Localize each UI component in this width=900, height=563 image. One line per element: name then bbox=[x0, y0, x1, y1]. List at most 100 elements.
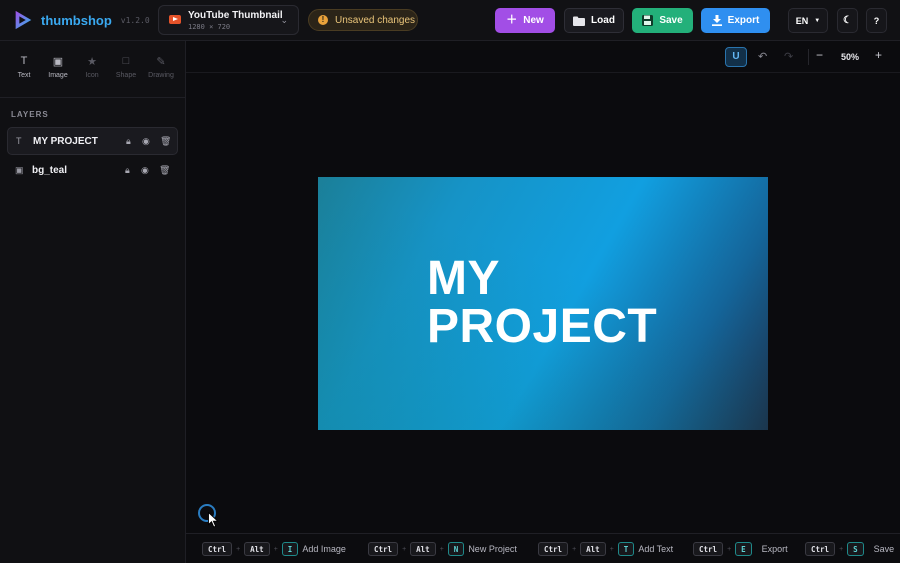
shortcut-label: New Project bbox=[468, 544, 517, 554]
key-s: S bbox=[847, 542, 864, 556]
tool-drawing[interactable]: ✎ Drawing bbox=[144, 55, 178, 79]
shortcut-label: Save bbox=[873, 544, 895, 554]
template-selector[interactable]: YouTube Thumbnail 1280 × 720 ⌄ bbox=[158, 5, 299, 35]
key-e: E bbox=[735, 542, 752, 556]
tool-label: Shape bbox=[115, 72, 137, 79]
tool-icon[interactable]: ★ Icon bbox=[75, 55, 109, 79]
help-button[interactable]: ? bbox=[866, 8, 887, 33]
redo-icon[interactable]: ↷ bbox=[784, 50, 793, 63]
left-panel: T Text ▣ Image ★ Icon □ Shape ✎ Drawing … bbox=[0, 41, 186, 563]
lock-icon[interactable]: 🔒︎ bbox=[125, 165, 130, 176]
folder-icon bbox=[573, 16, 586, 26]
caret-down-icon: ▼ bbox=[814, 17, 821, 24]
shortcut-export: Ctrl + E Export bbox=[693, 542, 788, 556]
text-layer-icon: T bbox=[16, 136, 22, 146]
key-ctrl: Ctrl bbox=[368, 542, 399, 556]
export-button[interactable]: Export bbox=[701, 8, 770, 33]
magnet-icon: U bbox=[732, 51, 740, 62]
key-alt: Alt bbox=[410, 542, 436, 556]
shortcut-label: Add Text bbox=[638, 544, 674, 554]
plus-separator: + bbox=[572, 545, 577, 553]
tool-label: Icon bbox=[85, 72, 99, 79]
zoom-in-button[interactable]: + bbox=[875, 48, 882, 62]
layer-name: MY PROJECT bbox=[33, 136, 98, 147]
new-label: New bbox=[523, 15, 544, 26]
language-selector[interactable]: EN ▼ bbox=[788, 8, 828, 33]
youtube-icon bbox=[169, 15, 181, 24]
eye-icon[interactable]: ◉ bbox=[142, 136, 150, 147]
shortcut-label: Export bbox=[761, 544, 788, 554]
tool-palette: T Text ▣ Image ★ Icon □ Shape ✎ Drawing bbox=[0, 41, 186, 98]
brand-name: thumbshop bbox=[41, 12, 112, 28]
language-label: EN bbox=[795, 15, 809, 26]
brush-icon: ✎ bbox=[156, 56, 166, 68]
version-label: v1.2.0 bbox=[120, 15, 150, 25]
key-t: T bbox=[617, 542, 635, 556]
plus-separator: + bbox=[439, 545, 444, 553]
key-ctrl: Ctrl bbox=[805, 542, 836, 556]
layer-item-bg-teal[interactable]: ▣ bg_teal 🔒︎ ◉ 🗑︎ bbox=[7, 157, 178, 185]
shortcut-add-text: Ctrl + Alt + T Add Text bbox=[538, 542, 673, 556]
key-alt: Alt bbox=[244, 542, 270, 556]
unsaved-changes-badge: ! Unsaved changes bbox=[308, 9, 418, 31]
top-bar: thumbshop v1.2.0 YouTube Thumbnail 1280 … bbox=[0, 0, 900, 41]
load-label: Load bbox=[591, 15, 615, 26]
chevron-down-icon: ⌄ bbox=[280, 15, 288, 25]
key-alt: Alt bbox=[580, 542, 606, 556]
trash-icon[interactable]: 🗑︎ bbox=[160, 136, 171, 147]
text-icon: T bbox=[20, 55, 28, 67]
template-size: 1280 × 720 bbox=[188, 23, 231, 31]
key-ctrl: Ctrl bbox=[538, 542, 569, 556]
mouse-cursor-icon bbox=[208, 512, 219, 528]
tool-image[interactable]: ▣ Image bbox=[41, 55, 75, 79]
tool-shape[interactable]: □ Shape bbox=[109, 55, 143, 79]
zoom-level: 50% bbox=[841, 52, 860, 62]
tool-label: Image bbox=[48, 72, 68, 79]
new-button[interactable]: ＋ New bbox=[495, 8, 555, 33]
tool-text[interactable]: T Text bbox=[7, 55, 41, 79]
tool-label: Drawing bbox=[148, 72, 174, 79]
key-n: N bbox=[447, 542, 465, 556]
trash-icon[interactable]: 🗑︎ bbox=[159, 165, 170, 176]
shortcuts-bar: Ctrl + Alt + I Add Image Ctrl + Alt + N New … bbox=[186, 533, 900, 563]
lock-icon[interactable]: 🔒︎ bbox=[126, 136, 131, 147]
eye-icon[interactable]: ◉ bbox=[141, 165, 149, 176]
headline-text[interactable]: MY PROJECT bbox=[427, 255, 657, 351]
moon-icon: ☾ bbox=[843, 15, 852, 26]
logo-icon bbox=[15, 10, 32, 30]
thumbnail-canvas[interactable]: MY PROJECT bbox=[318, 177, 768, 430]
export-label: Export bbox=[727, 15, 760, 26]
template-title: YouTube Thumbnail bbox=[188, 10, 283, 21]
image-layer-icon: ▣ bbox=[15, 165, 24, 175]
save-label: Save bbox=[659, 15, 683, 26]
plus-icon: ＋ bbox=[506, 14, 518, 26]
snap-magnet-toggle[interactable]: U bbox=[725, 47, 747, 67]
save-button[interactable]: Save bbox=[632, 8, 693, 33]
download-icon bbox=[711, 15, 722, 26]
headline-line-2: PROJECT bbox=[427, 300, 658, 353]
layer-name: bg_teal bbox=[32, 165, 68, 176]
layers-heading: LAYERS bbox=[11, 110, 49, 119]
warning-icon: ! bbox=[318, 15, 328, 25]
load-button[interactable]: Load bbox=[564, 8, 624, 33]
image-icon: ▣ bbox=[52, 56, 64, 68]
zoom-out-button[interactable]: − bbox=[816, 48, 823, 62]
floppy-icon bbox=[642, 15, 654, 26]
layer-item-my-project[interactable]: T MY PROJECT 🔒︎ ◉ 🗑︎ bbox=[7, 127, 178, 155]
key-ctrl: Ctrl bbox=[202, 542, 233, 556]
plus-separator: + bbox=[273, 545, 278, 553]
key-i: I bbox=[281, 542, 299, 556]
divider bbox=[808, 49, 809, 65]
undo-icon[interactable]: ↶ bbox=[758, 50, 767, 63]
shortcut-label: Add Image bbox=[302, 544, 346, 554]
shortcut-save: Ctrl + S Save bbox=[805, 542, 894, 556]
plus-separator: + bbox=[839, 545, 844, 553]
logo[interactable]: thumbshop v1.2.0 bbox=[12, 9, 150, 31]
theme-toggle[interactable]: ☾ bbox=[837, 8, 858, 33]
plus-separator: + bbox=[609, 545, 614, 553]
shortcut-add-image: Ctrl + Alt + I Add Image bbox=[202, 542, 346, 556]
headline-line-1: MY bbox=[427, 252, 500, 305]
plus-separator: + bbox=[727, 545, 732, 553]
app-window: thumbshop v1.2.0 YouTube Thumbnail 1280 … bbox=[0, 0, 900, 563]
plus-separator: + bbox=[236, 545, 241, 553]
